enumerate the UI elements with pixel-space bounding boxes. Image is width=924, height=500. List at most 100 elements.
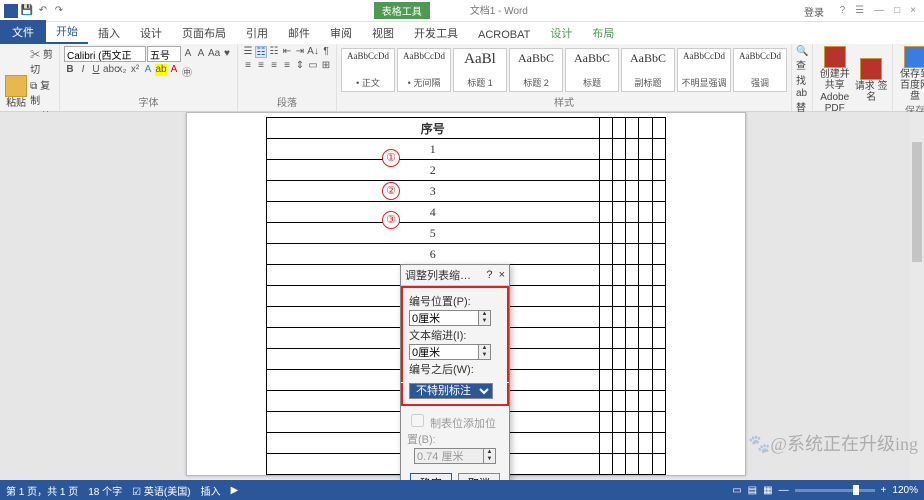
- table-cell[interactable]: [626, 286, 639, 307]
- table-cell[interactable]: [612, 454, 625, 475]
- table-cell[interactable]: [639, 160, 652, 181]
- table-cell[interactable]: [652, 181, 665, 202]
- sort-icon[interactable]: A↓: [307, 46, 319, 58]
- table-cell[interactable]: [599, 160, 612, 181]
- table-cell[interactable]: [612, 223, 625, 244]
- bold-icon[interactable]: B: [64, 64, 76, 76]
- table-cell[interactable]: [639, 328, 652, 349]
- style-card[interactable]: AaBbCcDd• 正文: [341, 48, 395, 92]
- bullets-icon[interactable]: ☰: [242, 46, 254, 58]
- table-cell[interactable]: [599, 307, 612, 328]
- table-cell[interactable]: [599, 265, 612, 286]
- help-icon[interactable]: ?: [840, 5, 846, 16]
- table-cell[interactable]: [612, 307, 625, 328]
- table-cell[interactable]: [612, 118, 625, 139]
- dialog-help-icon[interactable]: ?: [486, 269, 492, 281]
- dialog-close-icon[interactable]: ×: [499, 269, 505, 281]
- borders-icon[interactable]: ⊞: [320, 60, 332, 72]
- tab-table-layout[interactable]: 布局: [582, 22, 624, 44]
- table-cell[interactable]: [599, 223, 612, 244]
- insert-mode[interactable]: 插入: [201, 483, 221, 498]
- table-cell[interactable]: [599, 181, 612, 202]
- table-cell[interactable]: [599, 412, 612, 433]
- text-indent-input[interactable]: [409, 344, 479, 360]
- table-cell[interactable]: [599, 328, 612, 349]
- style-card[interactable]: AaBbC标题 2: [509, 48, 563, 92]
- spin-up-icon[interactable]: ▲: [479, 311, 490, 318]
- follow-number-select[interactable]: 不特别标注: [409, 383, 493, 399]
- vertical-scrollbar[interactable]: [910, 112, 924, 480]
- copy-button[interactable]: ⧉ 复制: [30, 77, 55, 107]
- table-cell[interactable]: [626, 223, 639, 244]
- style-card[interactable]: AaBbC副标题: [621, 48, 675, 92]
- align-right-icon[interactable]: ≡: [268, 60, 280, 72]
- cut-button[interactable]: ✂ 剪切: [30, 46, 55, 76]
- table-cell[interactable]: [652, 307, 665, 328]
- table-cell[interactable]: [639, 412, 652, 433]
- table-cell[interactable]: 2: [267, 160, 600, 181]
- tab-home[interactable]: 开始: [46, 20, 88, 44]
- find-button[interactable]: 🔍 查找: [796, 46, 808, 87]
- table-cell[interactable]: [626, 118, 639, 139]
- table-cell[interactable]: [612, 391, 625, 412]
- align-left-icon[interactable]: ≡: [242, 60, 254, 72]
- table-cell[interactable]: [639, 307, 652, 328]
- show-marks-icon[interactable]: ¶: [320, 46, 332, 58]
- underline-icon[interactable]: U: [90, 64, 102, 76]
- tab-review[interactable]: 审阅: [320, 22, 362, 44]
- subscript-icon[interactable]: x₂: [116, 64, 128, 76]
- table-cell[interactable]: [639, 433, 652, 454]
- shading-icon[interactable]: ▭: [307, 60, 319, 72]
- acrobat-create-button[interactable]: 创建并共享Adobe PDF: [817, 46, 852, 114]
- style-card[interactable]: AaBl标题 1: [453, 48, 507, 92]
- table-cell[interactable]: [639, 139, 652, 160]
- table-cell[interactable]: [652, 139, 665, 160]
- zoom-slider[interactable]: [795, 489, 875, 492]
- shrink-font-icon[interactable]: A: [195, 48, 207, 60]
- table-cell[interactable]: [599, 202, 612, 223]
- save-baidu-button[interactable]: 保存到 百度网盘: [897, 46, 924, 102]
- tab-layout[interactable]: 页面布局: [172, 22, 236, 44]
- highlight-icon[interactable]: ab: [155, 64, 167, 76]
- table-cell[interactable]: [626, 412, 639, 433]
- cancel-button[interactable]: 取消: [458, 473, 500, 480]
- superscript-icon[interactable]: x²: [129, 64, 141, 76]
- spin-up-icon[interactable]: ▲: [479, 345, 490, 352]
- table-cell[interactable]: 3: [267, 181, 600, 202]
- font-size-select[interactable]: [147, 46, 181, 62]
- table-cell[interactable]: [612, 412, 625, 433]
- table-cell[interactable]: [626, 391, 639, 412]
- table-cell[interactable]: [639, 391, 652, 412]
- align-center-icon[interactable]: ≡: [255, 60, 267, 72]
- save-icon[interactable]: 💾: [20, 4, 34, 18]
- table-cell[interactable]: [639, 265, 652, 286]
- table-cell[interactable]: [599, 370, 612, 391]
- font-name-select[interactable]: [64, 46, 146, 62]
- table-cell[interactable]: [612, 433, 625, 454]
- tab-view[interactable]: 视图: [362, 22, 404, 44]
- table-cell[interactable]: [599, 391, 612, 412]
- table-cell[interactable]: [599, 349, 612, 370]
- table-cell[interactable]: [612, 349, 625, 370]
- inc-indent-icon[interactable]: ⇥: [294, 46, 306, 58]
- document-area[interactable]: 序号12345678910111213141516 ① ② ③ 调整列表缩… ?…: [0, 112, 924, 480]
- table-cell[interactable]: 1: [267, 139, 600, 160]
- style-card[interactable]: AaBbCcDd强调: [733, 48, 787, 92]
- multilevel-icon[interactable]: ☷: [268, 46, 280, 58]
- table-cell[interactable]: [639, 349, 652, 370]
- table-cell[interactable]: [626, 307, 639, 328]
- zoom-level[interactable]: 120%: [892, 485, 918, 496]
- justify-icon[interactable]: ≡: [281, 60, 293, 72]
- enclose-icon[interactable]: ㊥: [181, 64, 193, 76]
- tab-developer[interactable]: 开发工具: [404, 22, 468, 44]
- table-cell[interactable]: [626, 181, 639, 202]
- view-web-icon[interactable]: ▦: [763, 485, 772, 496]
- table-cell[interactable]: [652, 286, 665, 307]
- table-cell[interactable]: [612, 328, 625, 349]
- table-cell[interactable]: [626, 265, 639, 286]
- spin-down-icon[interactable]: ▼: [479, 318, 490, 325]
- table-cell[interactable]: [612, 286, 625, 307]
- table-cell[interactable]: [612, 139, 625, 160]
- scroll-thumb[interactable]: [912, 142, 922, 262]
- language-status[interactable]: ☑ 英语(美国): [132, 483, 190, 498]
